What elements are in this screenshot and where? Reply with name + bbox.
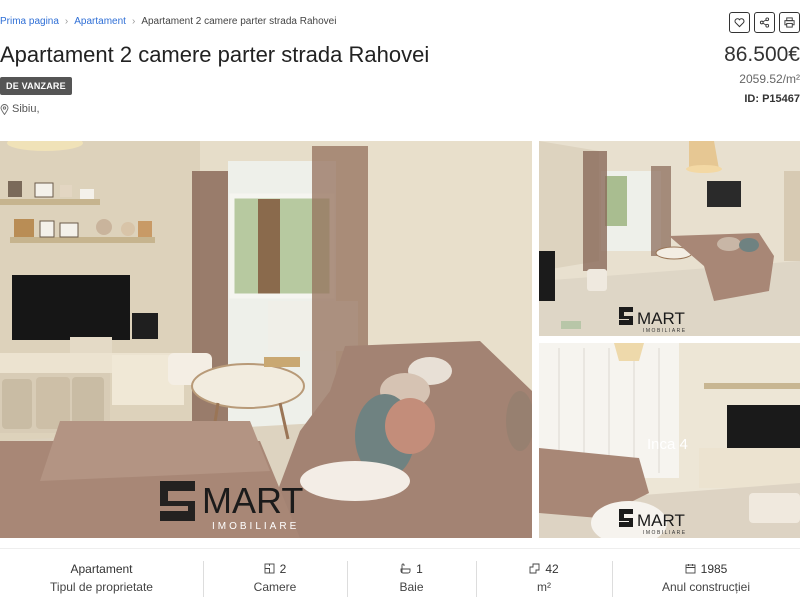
location: Sibiu,	[0, 103, 40, 115]
property-stats: Apartament Tipul de proprietate 2 Camere…	[0, 548, 800, 600]
price: 86.500€	[724, 43, 800, 66]
watermark-text: MART	[637, 309, 685, 328]
stat-value: 42	[545, 561, 559, 576]
breadcrumb-current: Apartament 2 camere parter strada Rahove…	[141, 16, 337, 27]
breadcrumb-home-link[interactable]: Prima pagina	[0, 16, 59, 27]
stat-value: 2	[279, 561, 287, 576]
stat-rooms: 2 Camere	[203, 549, 347, 600]
map-pin-icon	[0, 103, 9, 115]
watermark-logo	[160, 481, 195, 521]
watermark-subtext: IMOBILIARE	[643, 530, 687, 536]
heart-icon	[734, 18, 745, 28]
chevron-right-icon: ›	[131, 16, 136, 27]
stat-label: Anul construcției	[661, 580, 751, 594]
location-text: Sibiu,	[12, 103, 40, 115]
main-photo[interactable]: MART IMOBILIARE	[0, 141, 532, 538]
stat-label: Tipul de proprietate	[50, 580, 153, 594]
watermark-subtext: IMOBILIARE	[643, 328, 687, 334]
stat-value: 1	[416, 561, 423, 576]
share-icon	[759, 17, 770, 28]
property-id: ID: P15467	[744, 93, 800, 105]
price-per-sqm: 2059.52/m²	[739, 72, 800, 86]
bath-icon	[400, 563, 411, 574]
chevron-right-icon: ›	[64, 16, 69, 27]
stat-label: Baie	[399, 580, 424, 594]
favorite-button[interactable]	[729, 12, 750, 33]
breadcrumb: Prima pagina › Apartament › Apartament 2…	[0, 16, 336, 27]
photo-gallery: MART IMOBILIARE MART IMOBILIARE Inca 4 M…	[0, 141, 800, 538]
stat-property-type: Apartament Tipul de proprietate	[0, 549, 203, 600]
stat-year-built: 1985 Anul construcției	[612, 549, 800, 600]
status-badge: DE VANZARE	[0, 77, 72, 95]
watermark-text: MART	[202, 480, 303, 521]
print-button[interactable]	[779, 12, 800, 33]
share-button[interactable]	[754, 12, 775, 33]
stat-area: 42 m²	[476, 549, 612, 600]
stat-label: m²	[537, 580, 551, 594]
print-icon	[784, 17, 795, 28]
stat-value: 1985	[700, 561, 728, 576]
watermark-subtext: IMOBILIARE	[212, 521, 299, 532]
breadcrumb-category-link[interactable]: Apartament	[74, 16, 126, 27]
stat-value: Apartament	[70, 561, 133, 576]
side-photo-2[interactable]: Inca 4 MART IMOBILIARE	[539, 343, 800, 538]
stat-label: Camere	[253, 580, 297, 594]
calendar-icon	[685, 564, 696, 574]
more-photos-label[interactable]: Inca 4	[647, 436, 688, 453]
stat-bathrooms: 1 Baie	[347, 549, 476, 600]
rooms-icon	[264, 563, 275, 574]
side-photo-1[interactable]: MART IMOBILIARE	[539, 141, 800, 336]
page-title: Apartament 2 camere parter strada Rahove…	[0, 42, 430, 67]
area-icon	[529, 563, 540, 574]
listing-actions	[729, 12, 800, 33]
watermark-text: MART	[637, 511, 685, 530]
